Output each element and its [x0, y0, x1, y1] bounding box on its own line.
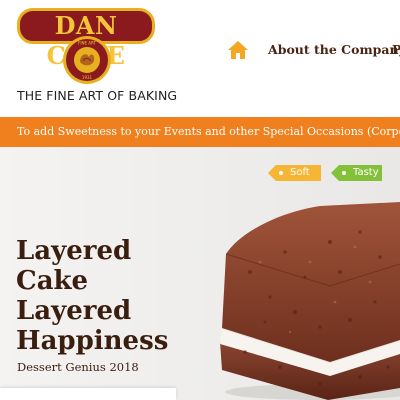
brand-tagline: THE FINE ART OF BAKING	[17, 88, 178, 103]
hero-subtitle: Dessert Genius 2018	[17, 360, 139, 374]
tag-hole	[279, 171, 283, 175]
promo-text: To add Sweetness to your Events and othe…	[17, 125, 400, 138]
nav-about-company[interactable]: About the Company	[268, 42, 400, 57]
svg-text:FINE ART: FINE ART	[78, 41, 96, 46]
hero-title-line: Cake	[16, 266, 89, 296]
site-header: DAN CAKE FINE ART 1931 THE FINE ART OF B…	[0, 0, 400, 116]
home-icon[interactable]	[227, 40, 249, 60]
tag-soft[interactable]: Soft	[268, 165, 321, 181]
nav-next-item[interactable]: P	[392, 42, 400, 57]
tag-tasty[interactable]: Tasty	[331, 165, 382, 181]
svg-text:1931: 1931	[82, 75, 93, 80]
content-card-edge	[0, 388, 176, 400]
logo-seal-icon: FINE ART 1931	[63, 36, 111, 84]
hero-title-line: Happiness	[16, 326, 169, 356]
hero-title-line: Layered	[16, 296, 132, 326]
hero-title-line: Layered	[16, 236, 132, 266]
layered-cake-image	[220, 202, 400, 400]
tag-hole	[342, 171, 346, 175]
promo-banner[interactable]: To add Sweetness to your Events and othe…	[0, 117, 400, 147]
hero-title: Layered Cake Layered Happiness	[16, 236, 206, 356]
tag-tasty-label: Tasty	[353, 167, 379, 178]
hero-section: Soft Tasty Layered Cake Layered Happines…	[0, 147, 400, 400]
tag-soft-label: Soft	[290, 167, 310, 178]
dan-cake-logo[interactable]: DAN CAKE FINE ART 1931 THE FINE ART OF B…	[14, 8, 178, 104]
